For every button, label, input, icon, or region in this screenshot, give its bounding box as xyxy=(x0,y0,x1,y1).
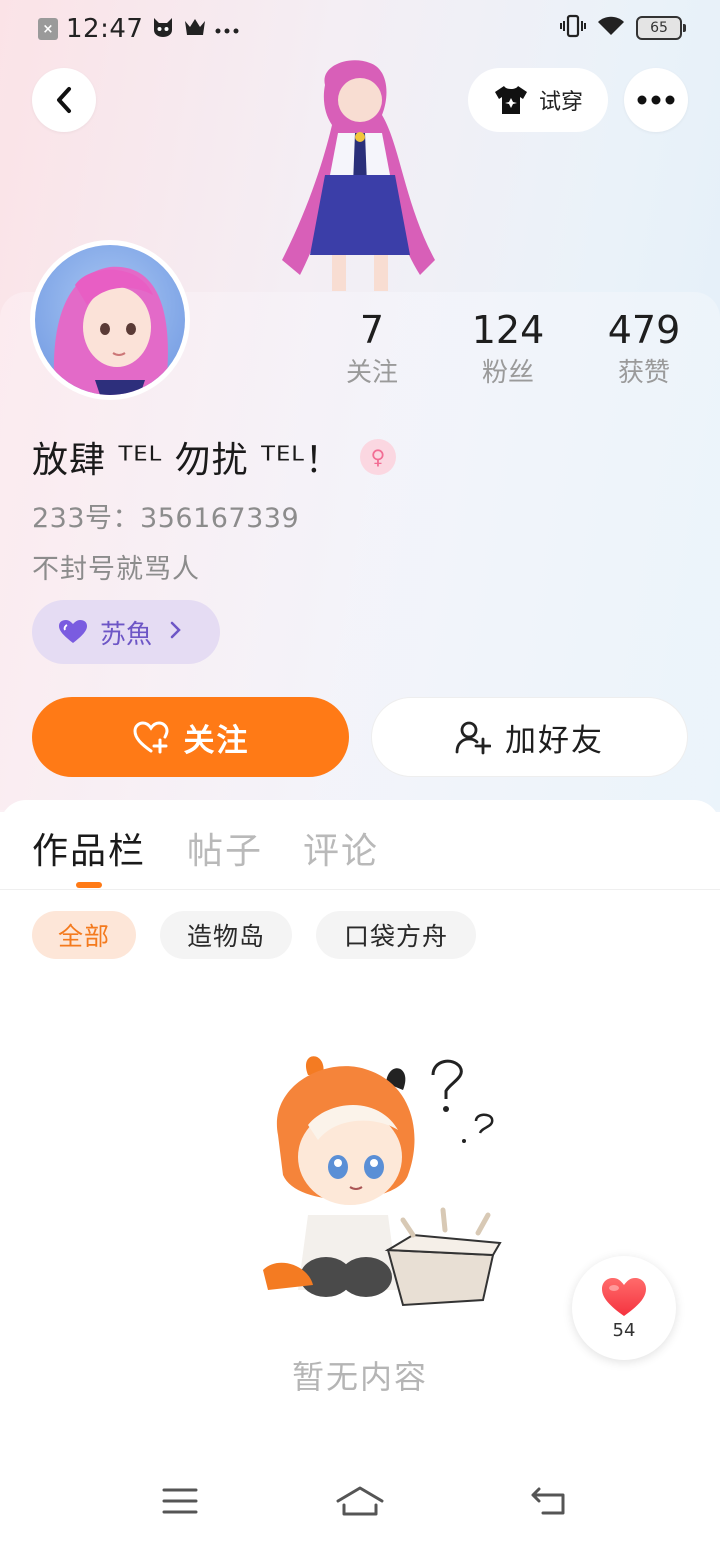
empty-state-text: 暂无内容 xyxy=(291,1358,428,1396)
following-label: 关注 xyxy=(345,358,398,388)
followers-label: 粉丝 xyxy=(481,358,534,388)
more-horizontal-icon xyxy=(637,95,675,105)
back-nav-button[interactable] xyxy=(518,1476,578,1526)
try-on-button[interactable]: 试穿 xyxy=(468,68,608,132)
following-stat[interactable]: 7 关注 xyxy=(302,306,442,392)
user-name: 放肆 ᵀᴱᴸ 勿扰 ᵀᴱᴸ！ xyxy=(32,440,342,481)
followers-count: 124 xyxy=(471,308,545,352)
cat-face-icon xyxy=(151,16,175,42)
clock: 12:47 xyxy=(66,14,144,44)
guild-chip[interactable]: 苏魚 xyxy=(32,600,220,664)
likes-count: 479 xyxy=(607,308,681,352)
more-options-button[interactable] xyxy=(624,68,688,132)
add-friend-button[interactable]: 加好友 xyxy=(371,697,688,777)
home-icon xyxy=(336,1486,384,1516)
menu-icon xyxy=(162,1488,198,1514)
filter-all[interactable]: 全部 xyxy=(32,911,136,959)
like-button[interactable]: 54 xyxy=(572,1256,676,1360)
chevron-right-icon xyxy=(170,620,182,645)
back-arrow-icon xyxy=(531,1487,565,1515)
follow-label: 关注 xyxy=(183,722,250,759)
avatar-figure xyxy=(270,55,450,295)
guild-name: 苏魚 xyxy=(100,619,153,650)
user-bio: 不封号就骂人 xyxy=(32,554,200,585)
chevron-left-icon xyxy=(57,87,71,113)
home-button[interactable] xyxy=(330,1476,390,1526)
tab-posts[interactable]: 帖子 xyxy=(187,822,263,874)
tab-works[interactable]: 作品栏 xyxy=(32,822,146,874)
divider xyxy=(0,889,720,890)
female-icon: ♀ xyxy=(359,439,396,475)
empty-state-illustration xyxy=(238,1045,508,1310)
likes-stat[interactable]: 479 获赞 xyxy=(574,306,714,392)
filter-creation-island[interactable]: 造物岛 xyxy=(160,911,292,959)
avatar-image xyxy=(35,245,185,395)
add-user-icon xyxy=(455,721,491,755)
add-friend-label: 加好友 xyxy=(505,722,604,759)
shirt-icon xyxy=(494,86,527,114)
profile-page: × 12:47 65 试穿 7 关注 124 粉丝 479 获赞 放肆 ᵀᴱᴸ … xyxy=(0,0,720,1544)
sim-off-icon: × xyxy=(38,18,58,40)
tab-indicator xyxy=(76,882,102,888)
heart-plus-icon xyxy=(132,721,169,754)
menu-button[interactable] xyxy=(150,1476,210,1526)
vibrate-icon xyxy=(560,14,586,42)
likes-label: 获赞 xyxy=(617,358,670,388)
try-on-label: 试穿 xyxy=(538,90,583,115)
tab-comments[interactable]: 评论 xyxy=(303,822,379,874)
like-count: 54 xyxy=(612,1319,636,1341)
battery-icon: 65 xyxy=(636,16,686,40)
heart-icon xyxy=(602,1277,646,1316)
follow-button[interactable]: 关注 xyxy=(32,697,349,777)
wifi-icon xyxy=(596,15,626,41)
followers-stat[interactable]: 124 粉丝 xyxy=(438,306,578,392)
heart-icon xyxy=(59,620,87,643)
stats-row: 7 关注 124 粉丝 479 获赞 xyxy=(300,306,700,402)
filter-pocket-ark[interactable]: 口袋方舟 xyxy=(316,911,476,959)
back-button[interactable] xyxy=(32,68,96,132)
name-row: 放肆 ᵀᴱᴸ 勿扰 ᵀᴱᴸ！ ♀ xyxy=(32,432,396,482)
following-count: 7 xyxy=(359,308,385,352)
battery-level: 65 xyxy=(650,20,668,36)
crown-icon xyxy=(183,17,207,41)
more-dots-icon xyxy=(215,20,239,39)
system-nav-bar xyxy=(0,1460,720,1544)
avatar[interactable] xyxy=(30,240,190,400)
user-id[interactable]: 233号：356167339 xyxy=(32,496,299,535)
status-bar: × 12:47 65 xyxy=(0,0,720,58)
